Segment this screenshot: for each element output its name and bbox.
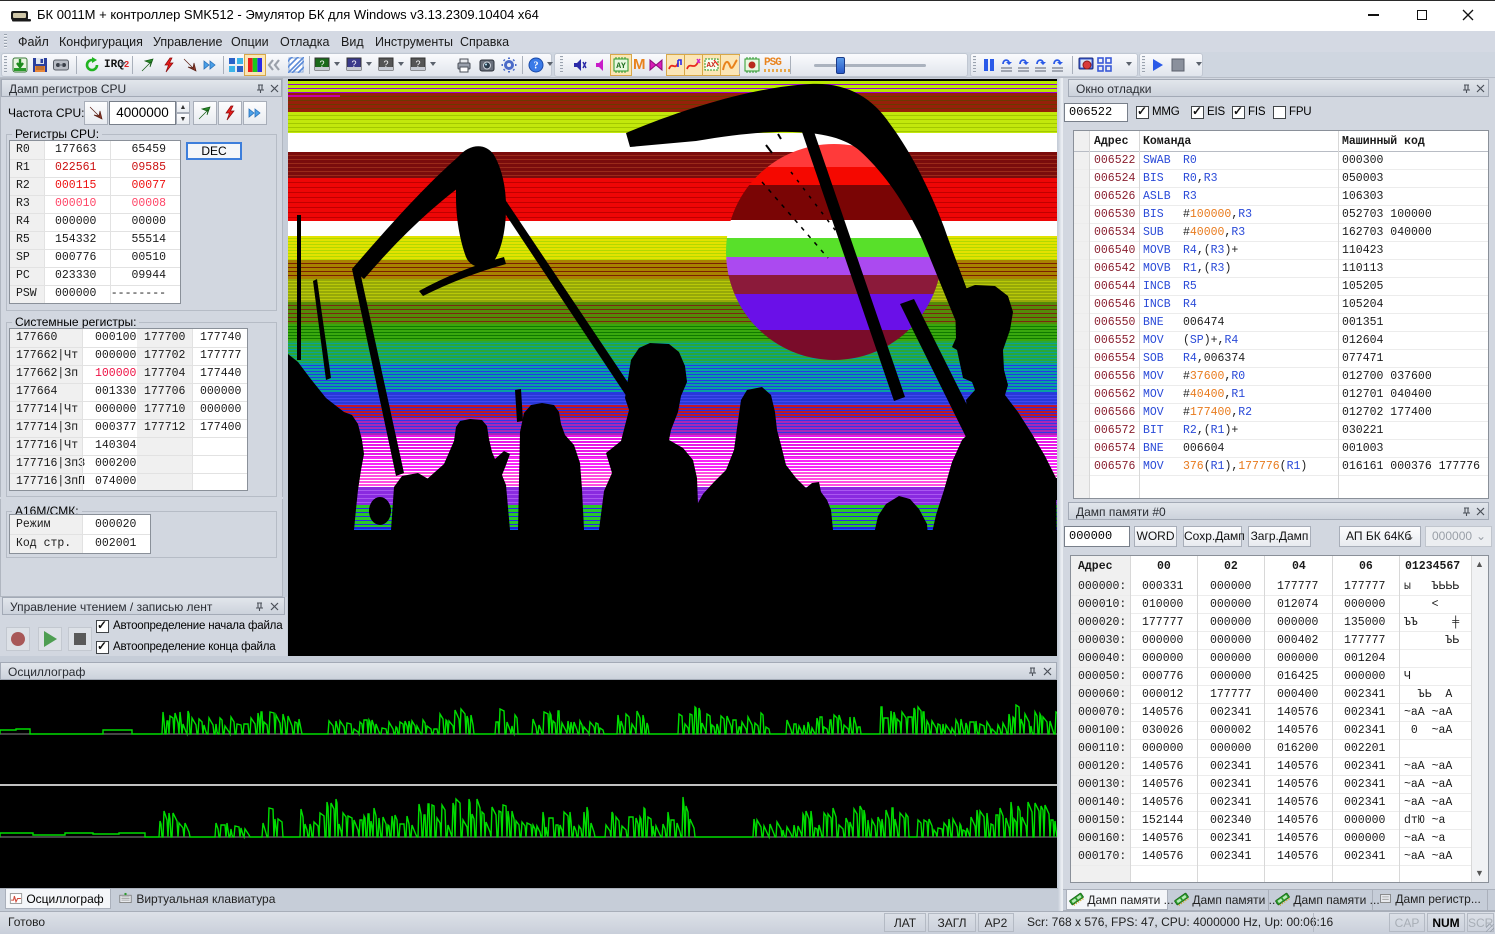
svg-text:AY: AY (616, 62, 626, 71)
svg-text:AX: AX (706, 62, 716, 70)
svg-text:?: ? (351, 59, 356, 69)
svg-text:?: ? (534, 61, 539, 72)
svg-text:?: ? (319, 59, 324, 69)
svg-text:?: ? (383, 59, 388, 69)
svg-text:?: ? (415, 59, 420, 69)
